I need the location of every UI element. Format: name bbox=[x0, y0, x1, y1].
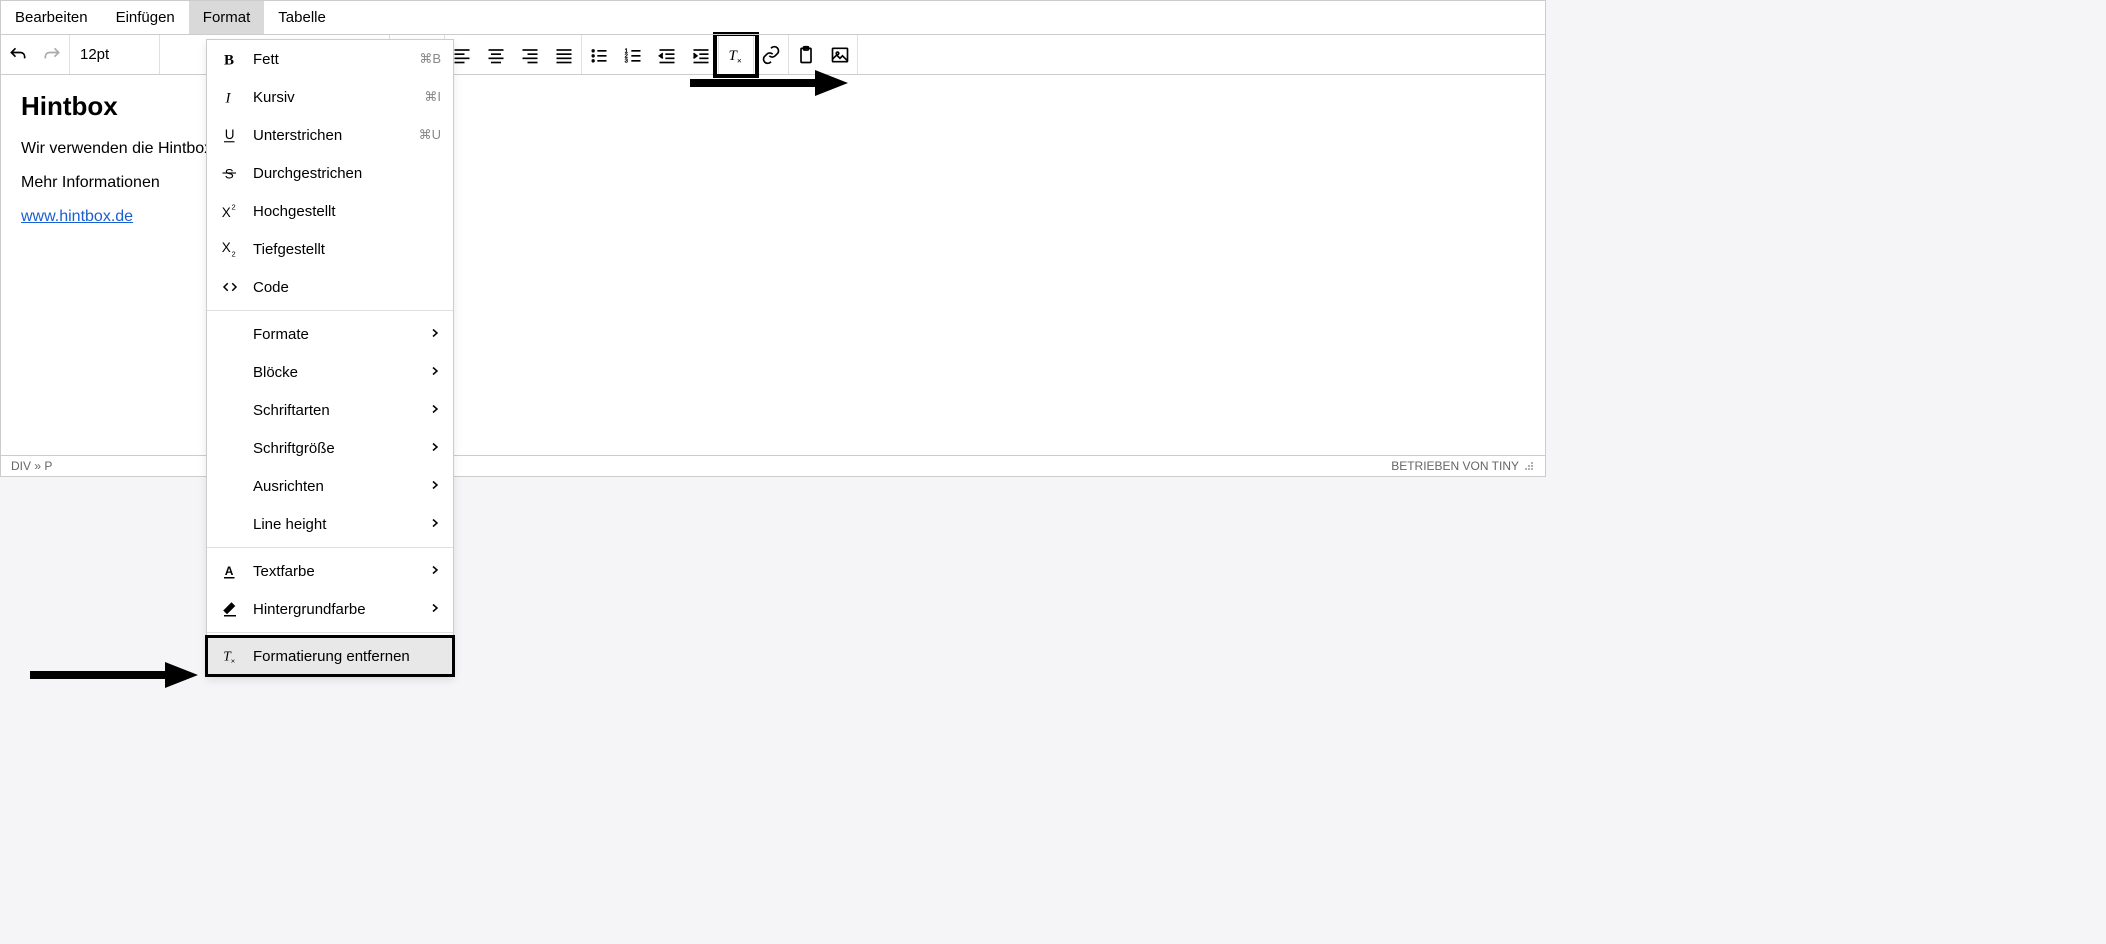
element-path[interactable]: DIV » P bbox=[11, 459, 52, 473]
dd-label: Schriftgröße bbox=[253, 440, 429, 457]
dd-formats[interactable]: Formate bbox=[207, 315, 453, 353]
chevron-right-icon bbox=[429, 563, 441, 580]
dd-label: Hochgestellt bbox=[253, 203, 441, 220]
dd-align[interactable]: Ausrichten bbox=[207, 467, 453, 505]
dd-blocks[interactable]: Blöcke bbox=[207, 353, 453, 391]
underline-icon: U bbox=[219, 124, 241, 146]
format-dropdown: B Fett ⌘B I Kursiv ⌘I U Unterstrichen ⌘U… bbox=[206, 39, 454, 676]
dd-label: Schriftarten bbox=[253, 402, 429, 419]
svg-text:3: 3 bbox=[625, 58, 628, 64]
dd-shortcut: ⌘B bbox=[419, 51, 441, 67]
separator bbox=[207, 632, 453, 633]
chevron-right-icon bbox=[429, 440, 441, 457]
dd-bold[interactable]: B Fett ⌘B bbox=[207, 40, 453, 78]
svg-text:×: × bbox=[231, 657, 235, 666]
svg-text:B: B bbox=[224, 52, 234, 68]
separator bbox=[207, 310, 453, 311]
chevron-right-icon bbox=[429, 326, 441, 343]
background-color-icon bbox=[219, 598, 241, 620]
svg-text:I: I bbox=[225, 90, 232, 106]
dd-subscript[interactable]: X2 Tiefgestellt bbox=[207, 230, 453, 268]
dd-label: Line height bbox=[253, 516, 429, 533]
dd-fontsize[interactable]: Schriftgröße bbox=[207, 429, 453, 467]
menu-edit[interactable]: Bearbeiten bbox=[1, 1, 102, 34]
dd-label: Kursiv bbox=[253, 89, 424, 106]
resize-handle-icon[interactable] bbox=[1523, 460, 1535, 472]
dd-label: Tiefgestellt bbox=[253, 241, 441, 258]
dd-textcolor[interactable]: A Textfarbe bbox=[207, 552, 453, 590]
dd-label: Formatierung entfernen bbox=[253, 648, 441, 665]
bold-icon: B bbox=[219, 48, 241, 70]
menu-format[interactable]: Format bbox=[189, 1, 265, 34]
dd-label: Code bbox=[253, 279, 441, 296]
undo-button[interactable] bbox=[1, 38, 35, 72]
fontsize-selector[interactable]: 12pt bbox=[70, 35, 160, 74]
dd-label: Hintergrundfarbe bbox=[253, 601, 429, 618]
svg-text:X: X bbox=[222, 240, 231, 255]
annotation-arrow-icon bbox=[30, 660, 200, 690]
menubar: Bearbeiten Einfügen Format Tabelle B Fet… bbox=[1, 1, 1545, 35]
align-right-button[interactable] bbox=[513, 38, 547, 72]
svg-text:A: A bbox=[225, 564, 234, 578]
outdent-button[interactable] bbox=[650, 38, 684, 72]
branding[interactable]: BETRIEBEN VON TINY bbox=[1391, 459, 1519, 473]
dd-strike[interactable]: S Durchgestrichen bbox=[207, 154, 453, 192]
numbered-list-button[interactable]: 123 bbox=[616, 38, 650, 72]
chevron-right-icon bbox=[429, 364, 441, 381]
dd-italic[interactable]: I Kursiv ⌘I bbox=[207, 78, 453, 116]
superscript-icon: X2 bbox=[219, 200, 241, 222]
italic-icon: I bbox=[219, 86, 241, 108]
editor: Bearbeiten Einfügen Format Tabelle B Fet… bbox=[0, 0, 1546, 477]
dd-lineheight[interactable]: Line height bbox=[207, 505, 453, 543]
align-justify-button[interactable] bbox=[547, 38, 581, 72]
chevron-right-icon bbox=[429, 402, 441, 419]
indent-button[interactable] bbox=[684, 38, 718, 72]
svg-text:2: 2 bbox=[232, 203, 236, 212]
clear-formatting-icon: T× bbox=[219, 645, 241, 667]
dd-superscript[interactable]: X2 Hochgestellt bbox=[207, 192, 453, 230]
dd-shortcut: ⌘I bbox=[424, 89, 441, 105]
svg-text:S: S bbox=[225, 166, 234, 181]
dd-underline[interactable]: U Unterstrichen ⌘U bbox=[207, 116, 453, 154]
dd-shortcut: ⌘U bbox=[419, 127, 441, 143]
menu-table[interactable]: Tabelle bbox=[264, 1, 340, 34]
dd-label: Ausrichten bbox=[253, 478, 429, 495]
strikethrough-icon: S bbox=[219, 162, 241, 184]
dd-fonts[interactable]: Schriftarten bbox=[207, 391, 453, 429]
svg-text:×: × bbox=[737, 55, 742, 65]
bullet-list-button[interactable] bbox=[582, 38, 616, 72]
code-icon bbox=[219, 276, 241, 298]
svg-text:2: 2 bbox=[232, 250, 236, 259]
dd-clear-formatting[interactable]: T× Formatierung entfernen bbox=[207, 637, 453, 675]
dd-bgcolor[interactable]: Hintergrundfarbe bbox=[207, 590, 453, 628]
svg-text:U: U bbox=[225, 127, 235, 142]
dd-label: Blöcke bbox=[253, 364, 429, 381]
text-color-icon: A bbox=[219, 560, 241, 582]
separator bbox=[207, 547, 453, 548]
chevron-right-icon bbox=[429, 601, 441, 618]
content-link[interactable]: www.hintbox.de bbox=[21, 208, 133, 225]
image-button[interactable] bbox=[823, 38, 857, 72]
subscript-icon: X2 bbox=[219, 238, 241, 260]
dd-code[interactable]: Code bbox=[207, 268, 453, 306]
dd-label: Fett bbox=[253, 51, 419, 68]
dd-label: Textfarbe bbox=[253, 563, 429, 580]
redo-button[interactable] bbox=[35, 38, 69, 72]
dd-label: Unterstrichen bbox=[253, 127, 419, 144]
clear-formatting-button[interactable]: T× bbox=[719, 38, 753, 72]
menu-insert[interactable]: Einfügen bbox=[102, 1, 189, 34]
dd-label: Durchgestrichen bbox=[253, 165, 441, 182]
svg-text:X: X bbox=[222, 205, 231, 220]
link-button[interactable] bbox=[754, 38, 788, 72]
align-center-button[interactable] bbox=[479, 38, 513, 72]
paste-button[interactable] bbox=[789, 38, 823, 72]
dd-label: Formate bbox=[253, 326, 429, 343]
chevron-right-icon bbox=[429, 516, 441, 533]
chevron-right-icon bbox=[429, 478, 441, 495]
